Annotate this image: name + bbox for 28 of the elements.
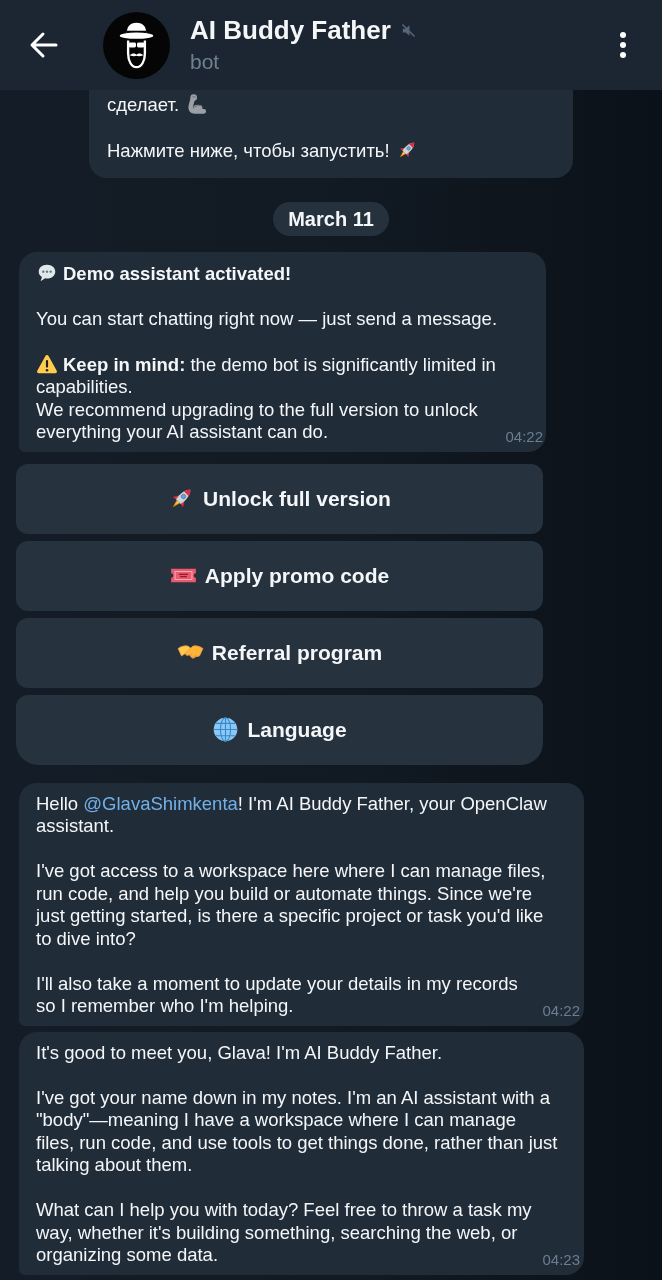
- message-time: 04:22: [505, 427, 543, 446]
- message-text: What can I help you with today? Feel free to throw a task my way, whether it's building something, searching the web, or organizing some data.: [36, 1199, 533, 1267]
- warning-icon: [36, 352, 58, 375]
- back-arrow-icon[interactable]: [29, 30, 59, 60]
- chat-subtitle: bot: [190, 49, 220, 75]
- globe-icon: [212, 716, 240, 743]
- message-text: сделает.: [107, 93, 555, 117]
- keyboard-button[interactable]: Referral program: [16, 617, 543, 688]
- message-text: I've got access to a workspace here where I can manage files, run code, and help you build or automate things. Since we're just getting started, is there a specific project or task you'd like to dive into?: [36, 860, 547, 950]
- message-time: 04:23: [542, 1250, 580, 1269]
- message-time: 04:22: [542, 1001, 580, 1020]
- flexed-arm-icon: [185, 93, 208, 115]
- keyboard-button[interactable]: Apply promo code: [16, 540, 543, 611]
- message-text: I'll also take a moment to update your details in my records so I remember who I'm helping.: [36, 972, 519, 1018]
- message-text: I've got your name down in my notes. I'm an AI assistant with a "body"—meaning I have a workspace where I can manage files, run code, and use tools to get things done, rather than just talking about them.: [36, 1086, 558, 1177]
- message-text: Hello @GlavaShimkenta! I'm AI Buddy Father, your OpenClaw assistant.: [36, 792, 548, 838]
- menu-icon[interactable]: [619, 31, 627, 59]
- message-heading: Demo assistant activated!: [36, 261, 535, 285]
- chat-title: AI Buddy Father: [190, 15, 391, 46]
- message-text: You can start chatting right now — just send a message.: [36, 307, 499, 330]
- date-separator: March 11: [273, 201, 389, 236]
- man-in-hat-avatar-icon[interactable]: [103, 11, 170, 79]
- message-text: Keep in mind: the demo bot is significantly limited in capabilities. We recommend upgrading to the full version to unlock everything your AI assistant can do.: [36, 352, 497, 444]
- keyboard-button[interactable]: Unlock full version: [16, 463, 543, 534]
- message-text: Нажмите ниже, чтобы запустить!: [107, 139, 555, 163]
- keyboard-button[interactable]: Language: [16, 694, 543, 765]
- mention-link[interactable]: @GlavaShimkenta: [83, 792, 238, 814]
- message-text: It's good to meet you, Glava! I'm AI Buddy Father.: [36, 1041, 444, 1064]
